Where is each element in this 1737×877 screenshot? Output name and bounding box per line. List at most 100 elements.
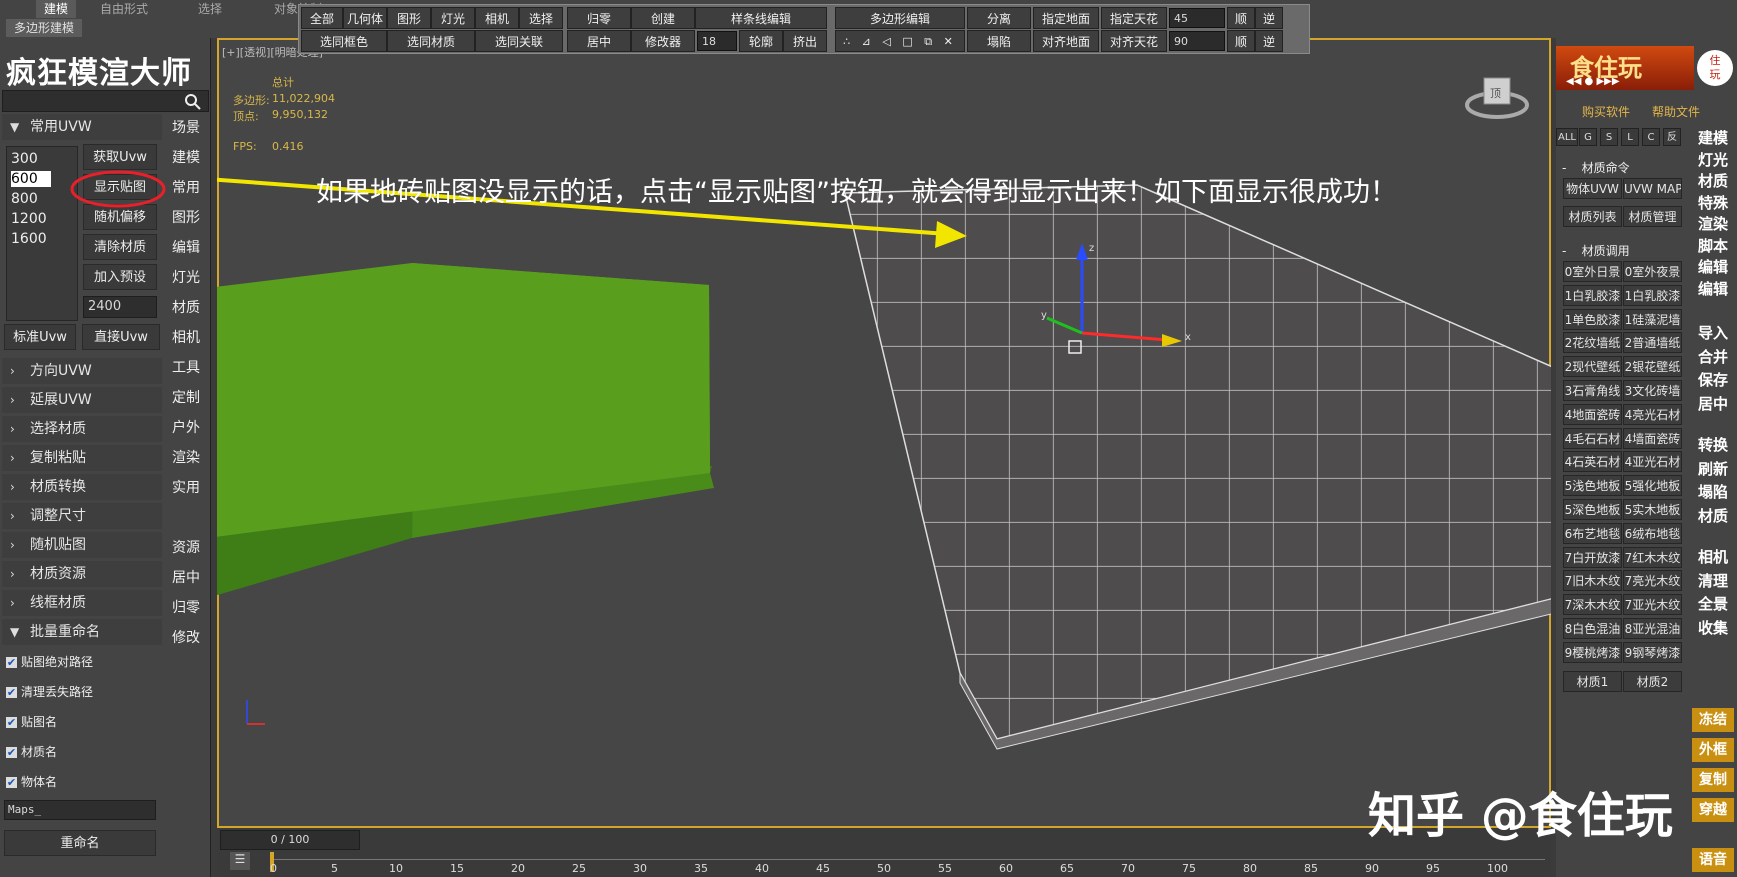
nav-modeling[interactable]: 建模 <box>172 147 208 167</box>
material-item[interactable]: 5强化地板 <box>1623 475 1682 497</box>
material-item[interactable]: 1硅藻泥墙 <box>1623 308 1682 330</box>
nav-resources[interactable]: 资源 <box>172 537 208 557</box>
command-cmds_a-3[interactable]: 特殊 <box>1692 192 1734 213</box>
filter-s[interactable]: S <box>1600 128 1618 146</box>
material-item[interactable]: 1白乳胶漆 <box>1623 284 1682 306</box>
section-resize[interactable]: › 调整尺寸 <box>2 503 162 529</box>
checkbox-checked-icon[interactable]: ✔ <box>6 777 17 788</box>
filter-l[interactable]: L <box>1621 128 1639 146</box>
standard-uvw-button[interactable]: 标准Uvw <box>4 324 76 350</box>
tab-poly-modeling[interactable]: 多边形建模 <box>6 19 83 37</box>
btn-all[interactable]: 全部 <box>301 7 343 29</box>
section-copy-paste[interactable]: › 复制粘贴 <box>2 445 162 471</box>
command-cmds_b-0[interactable]: 导入 <box>1692 322 1734 343</box>
btn-collapse[interactable]: 塌陷 <box>967 30 1031 52</box>
material-item[interactable]: 3石膏角线 <box>1563 380 1622 401</box>
material-item[interactable]: 7亮光木纹 <box>1623 570 1682 592</box>
material-item[interactable]: 6绒布地毯 <box>1623 522 1682 544</box>
btn-align-ceiling[interactable]: 对齐天花 <box>1101 30 1167 52</box>
material-item[interactable]: 8亚光混油 <box>1623 618 1682 639</box>
tab-modeling[interactable]: 建模 <box>36 0 77 18</box>
nav-light[interactable]: 灯光 <box>172 267 208 287</box>
outline-spinner[interactable]: 18 <box>697 31 737 51</box>
check-material-name[interactable]: ✔ 材质名 <box>6 743 57 760</box>
list-item[interactable]: 1600 <box>11 231 47 247</box>
size-input[interactable]: 2400 <box>83 296 157 318</box>
filter-all[interactable]: ALL <box>1556 128 1578 146</box>
command-cmds_a-6[interactable]: 编辑 <box>1692 256 1734 277</box>
command-cmds_c-3[interactable]: 材质 <box>1692 505 1734 526</box>
command-cmds_d-1[interactable]: 清理 <box>1692 570 1734 591</box>
nav-common[interactable]: 常用 <box>172 177 208 197</box>
nav-scene[interactable]: 场景 <box>172 117 208 137</box>
section-material-resources[interactable]: › 材质资源 <box>2 561 162 587</box>
clear-material-button[interactable]: 清除材质 <box>83 234 157 260</box>
filter-g[interactable]: G <box>1579 128 1597 146</box>
btn-counterclockwise-2[interactable]: 逆 <box>1255 30 1283 52</box>
material-1-button[interactable]: 材质1 <box>1563 671 1622 692</box>
material-item[interactable]: 7白开放漆 <box>1563 546 1622 568</box>
checkbox-checked-icon[interactable]: ✔ <box>6 687 17 698</box>
nav-modify[interactable]: 修改 <box>172 627 208 647</box>
tiled-floor[interactable] <box>844 184 1551 740</box>
time-slider[interactable]: 0 / 100 <box>220 830 360 850</box>
tab-selection[interactable]: 选择 <box>190 0 230 18</box>
btn-cameras[interactable]: 相机 <box>475 7 519 29</box>
nav-tools[interactable]: 工具 <box>172 357 208 377</box>
material-item[interactable]: 9樱桃烤漆 <box>1563 641 1622 663</box>
material-call-header[interactable]: - 材质调用 <box>1562 242 1682 260</box>
material-item[interactable]: 5浅色地板 <box>1563 475 1622 497</box>
buy-software-link[interactable]: 购买软件 <box>1582 103 1630 120</box>
angle-spinner-2[interactable]: 90 <box>1169 31 1225 51</box>
search-icon[interactable] <box>184 93 202 111</box>
command-cmds_b-2[interactable]: 保存 <box>1692 369 1734 390</box>
material-item[interactable]: 1白乳胶漆 <box>1563 284 1622 306</box>
btn-geometry[interactable]: 几何体 <box>343 7 387 29</box>
material-item[interactable]: 7深木木纹 <box>1563 594 1622 616</box>
nav-outdoor[interactable]: 户外 <box>172 417 208 437</box>
time-ruler[interactable] <box>270 850 1545 860</box>
btn-clockwise[interactable]: 顺 <box>1227 7 1255 29</box>
nav-camera[interactable]: 相机 <box>172 327 208 347</box>
btn-spline-edit[interactable]: 样条线编辑 <box>695 7 827 29</box>
nav-material[interactable]: 材质 <box>172 297 208 317</box>
command-cmds_b-3[interactable]: 居中 <box>1692 393 1734 414</box>
material-list-button[interactable]: 材质列表 <box>1563 206 1622 227</box>
btn-shapes[interactable]: 图形 <box>387 7 431 29</box>
material-item[interactable]: 7旧木木纹 <box>1563 570 1622 592</box>
section-batch-rename[interactable]: ▼ 批量重命名 <box>2 619 162 645</box>
nav-render[interactable]: 渲染 <box>172 447 208 467</box>
filter-invert[interactable]: 反 <box>1663 128 1681 146</box>
material-command-header[interactable]: - 材质命令 <box>1562 159 1682 177</box>
btn-create[interactable]: 创建 <box>631 7 695 29</box>
material-item[interactable]: 4毛石石材 <box>1563 427 1622 449</box>
command-cmds_b-1[interactable]: 合并 <box>1692 346 1734 367</box>
material-item[interactable]: 4石英石材 <box>1563 451 1622 473</box>
material-item[interactable]: 5实木地板 <box>1623 499 1682 520</box>
btn-counterclockwise[interactable]: 逆 <box>1255 7 1283 29</box>
btn-select-same-material[interactable]: 选同材质 <box>387 30 475 52</box>
command-cmds_a-7[interactable]: 编辑 <box>1692 278 1734 299</box>
btn-outline[interactable]: 轮廓 <box>739 30 783 52</box>
rename-prefix-input[interactable]: Maps_ <box>4 800 156 820</box>
btn-align-floor[interactable]: 对齐地面 <box>1033 30 1099 52</box>
section-common-uvw[interactable]: ▼ 常用UVW <box>2 114 162 140</box>
section-direction-uvw[interactable]: › 方向UVW <box>2 358 162 384</box>
command-cmds_d-0[interactable]: 相机 <box>1692 546 1734 567</box>
angle-spinner-1[interactable]: 45 <box>1169 8 1225 28</box>
btn-detach[interactable]: 分离 <box>967 7 1031 29</box>
section-select-material[interactable]: › 选择材质 <box>2 416 162 442</box>
command-cmds_c-2[interactable]: 塌陷 <box>1692 481 1734 502</box>
check-map-name[interactable]: ✔ 贴图名 <box>6 713 57 730</box>
nav-edit[interactable]: 编辑 <box>172 237 208 257</box>
nav-custom[interactable]: 定制 <box>172 387 208 407</box>
nav-center[interactable]: 居中 <box>172 567 208 587</box>
btn-modifier[interactable]: 修改器 <box>631 30 695 52</box>
btn-extrude[interactable]: 挤出 <box>783 30 827 52</box>
nav-shape[interactable]: 图形 <box>172 207 208 227</box>
command-cmds_a-5[interactable]: 脚本 <box>1692 235 1734 256</box>
yellow-command-3[interactable]: 穿越 <box>1692 798 1734 822</box>
section-wireframe-material[interactable]: › 线框材质 <box>2 590 162 616</box>
material-item[interactable]: 9钢琴烤漆 <box>1623 641 1682 663</box>
help-file-link[interactable]: 帮助文件 <box>1652 103 1700 120</box>
